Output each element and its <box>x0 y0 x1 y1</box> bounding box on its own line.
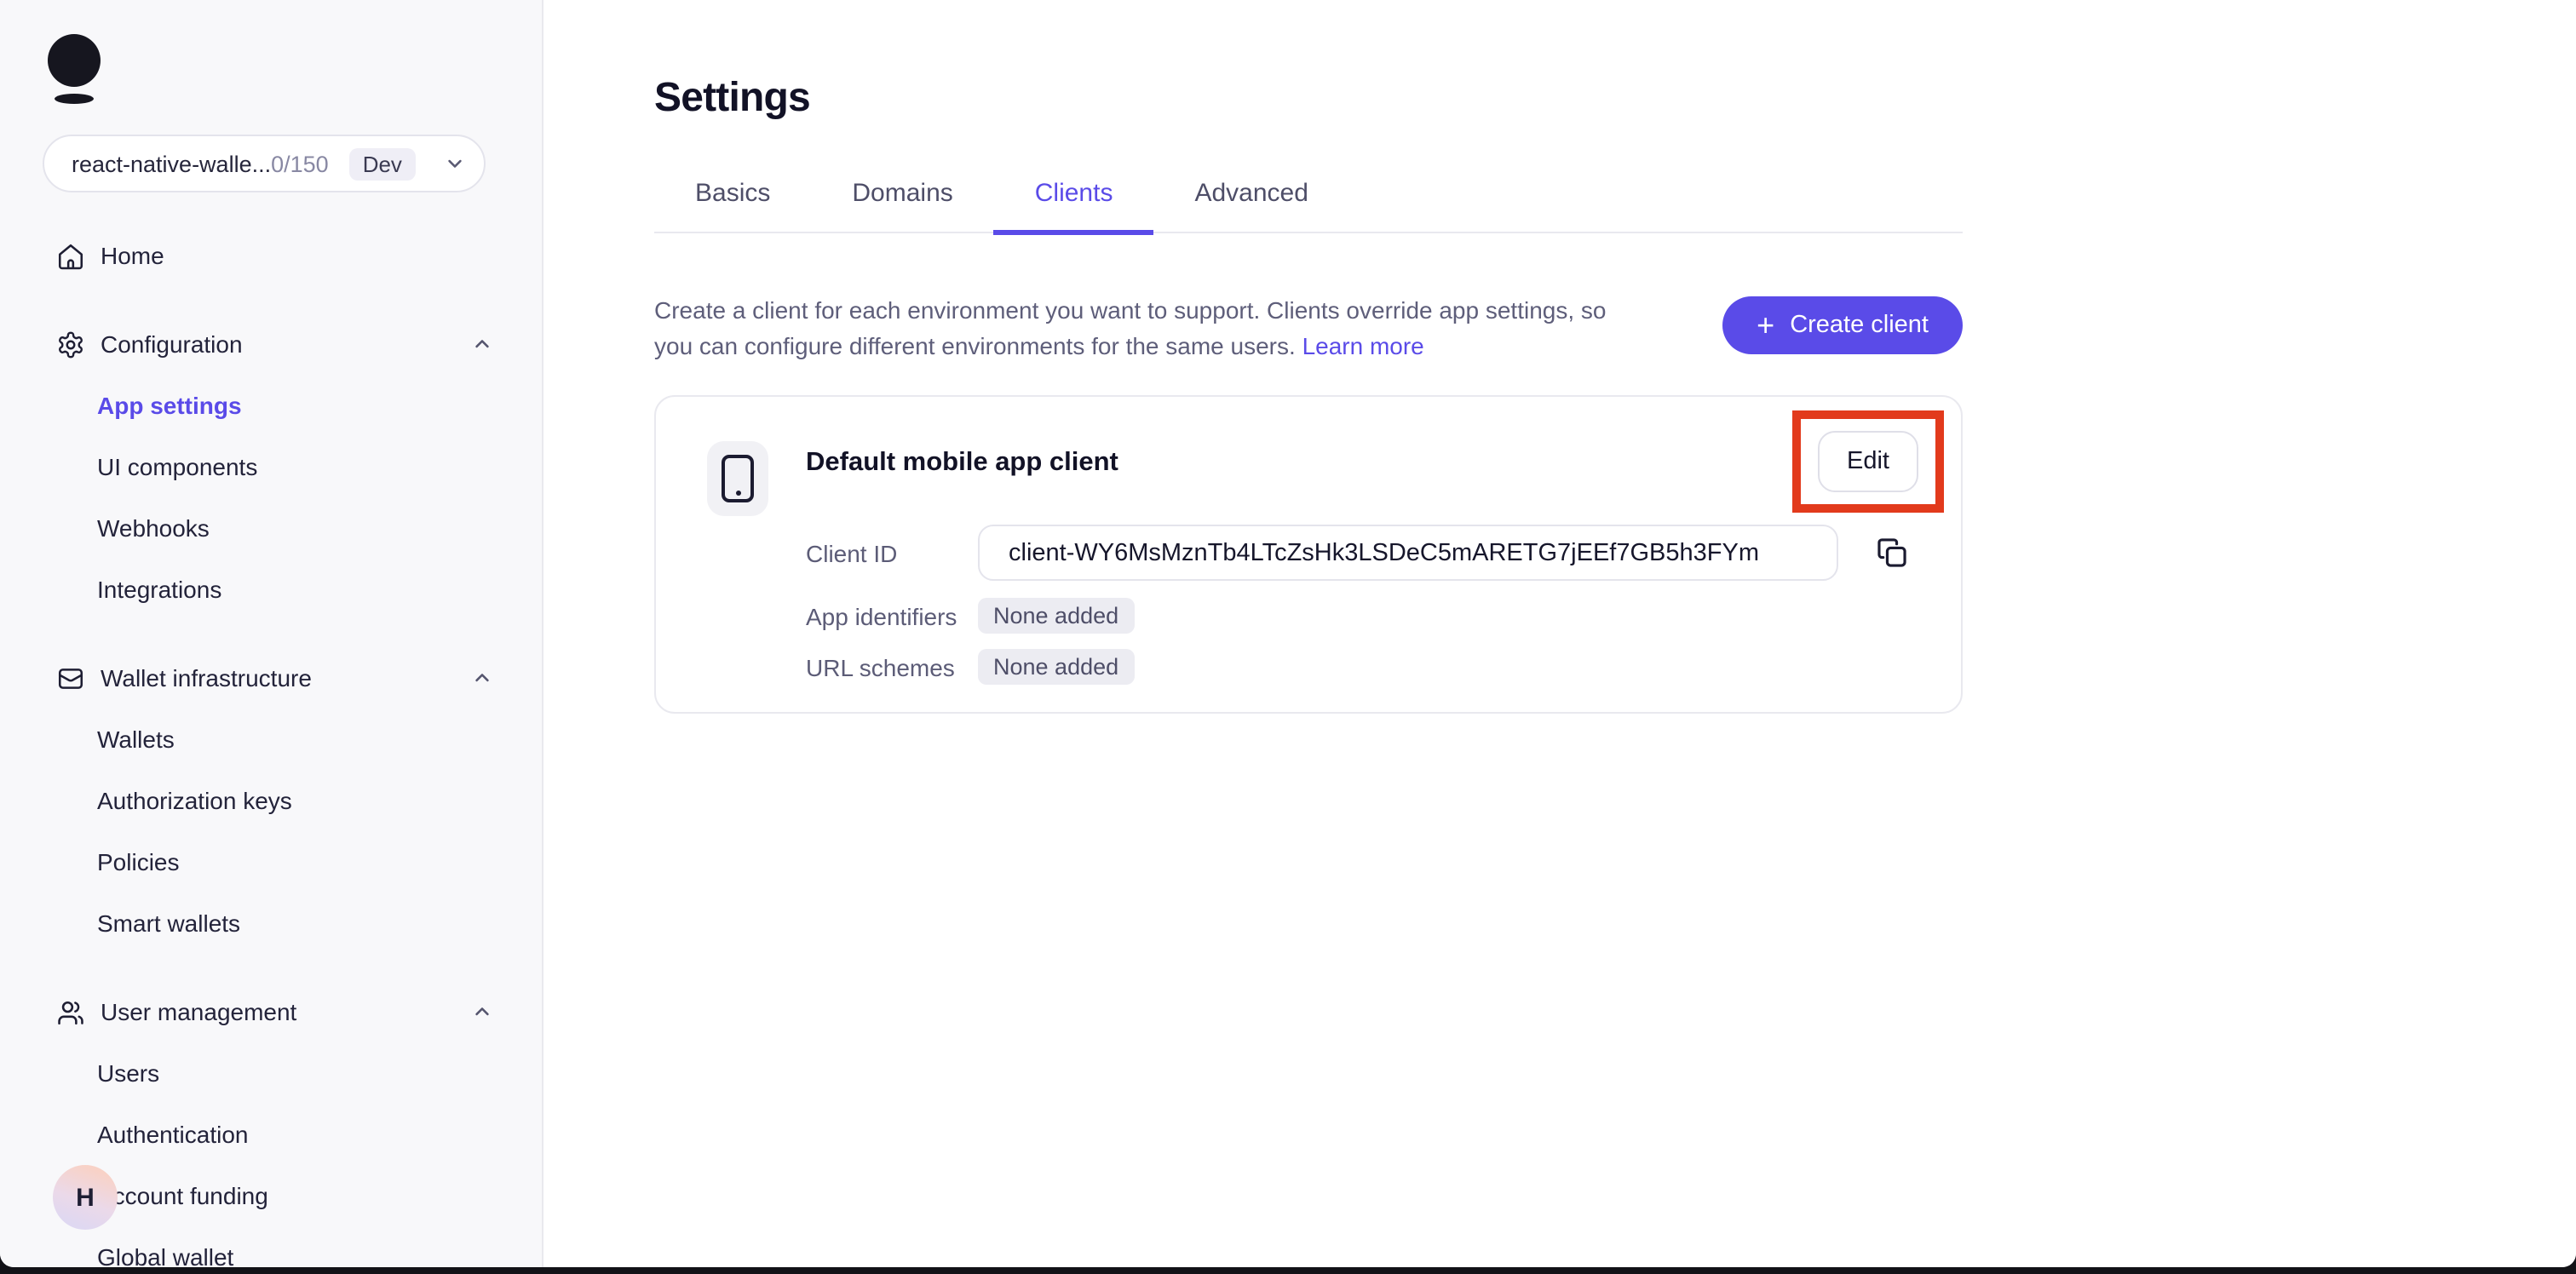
sidebar-item-authorization-keys[interactable]: Authorization keys <box>0 770 542 831</box>
user-avatar[interactable]: H <box>53 1165 118 1230</box>
chevron-up-icon <box>470 1000 494 1024</box>
nav-gap <box>0 954 542 981</box>
chevron-up-icon <box>470 666 494 690</box>
sidebar-item-wallets[interactable]: Wallets <box>0 709 542 770</box>
description-line-2: you can configure different environments… <box>654 332 1424 359</box>
wallet-icon <box>56 663 85 692</box>
sidebar-item-authentication[interactable]: Authentication <box>0 1104 542 1165</box>
create-client-label: Create client <box>1790 312 1929 339</box>
mobile-phone-icon <box>722 455 754 502</box>
gear-icon <box>56 330 85 359</box>
sidebar-nav: Home Configuration App settings UI compo… <box>0 225 542 1267</box>
client-card: Default mobile app client Edit Client ID… <box>654 395 1963 714</box>
tab-advanced[interactable]: Advanced <box>1153 179 1348 235</box>
sidebar-item-integrations[interactable]: Integrations <box>0 559 542 620</box>
chevron-down-icon[interactable] <box>443 152 467 175</box>
nav-gap <box>0 620 542 647</box>
sidebar-section-configuration[interactable]: Configuration <box>0 313 542 375</box>
logo-circle <box>48 34 101 87</box>
learn-more-link[interactable]: Learn more <box>1302 332 1424 359</box>
project-usage: 0/150 <box>271 151 329 176</box>
sidebar-item-label: Home <box>101 242 164 269</box>
sidebar-item-global-wallet[interactable]: Global wallet <box>0 1226 542 1267</box>
annotation-highlight-box: Edit <box>1792 410 1944 513</box>
tab-basics[interactable]: Basics <box>654 179 811 235</box>
sidebar-item-app-settings[interactable]: App settings <box>0 375 542 436</box>
client-id-input[interactable]: client-WY6MsMznTb4LTcZsHk3LSDeC5mARETG7j… <box>978 525 1838 581</box>
sidebar-section-label: Configuration <box>101 330 243 358</box>
plus-icon: + <box>1757 307 1775 341</box>
sidebar-section-user-management[interactable]: User management <box>0 981 542 1042</box>
users-icon <box>56 997 85 1026</box>
sidebar: react-native-walle... 0/150 Dev Home Con… <box>0 0 543 1267</box>
logo-ellipse <box>55 94 94 104</box>
settings-tabs: Basics Domains Clients Advanced <box>654 179 1963 235</box>
tab-clients[interactable]: Clients <box>993 179 1154 235</box>
sidebar-item-users[interactable]: Users <box>0 1042 542 1104</box>
main-panel: Settings Basics Domains Clients Advanced… <box>543 0 2576 1267</box>
sidebar-section-label: Wallet infrastructure <box>101 664 312 692</box>
sidebar-section-label: User management <box>101 998 297 1025</box>
sidebar-item-home[interactable]: Home <box>0 225 542 286</box>
clients-description: Create a client for each environment you… <box>654 293 1607 364</box>
app-stage: react-native-walle... 0/150 Dev Home Con… <box>0 0 2576 1274</box>
copy-icon[interactable] <box>1876 537 1908 569</box>
app-identifiers-badge: None added <box>978 598 1135 634</box>
env-badge: Dev <box>348 147 416 180</box>
url-schemes-badge: None added <box>978 649 1135 685</box>
app-identifiers-label: App identifiers <box>806 603 957 630</box>
nav-gap <box>0 286 542 313</box>
page-title: Settings <box>654 75 811 121</box>
project-switcher[interactable]: react-native-walle... 0/150 Dev <box>43 135 486 192</box>
sidebar-item-smart-wallets[interactable]: Smart wallets <box>0 892 542 954</box>
chevron-up-icon <box>470 332 494 356</box>
app-logo-icon <box>48 34 109 104</box>
client-type-tile <box>707 441 768 516</box>
sidebar-item-ui-components[interactable]: UI components <box>0 436 542 497</box>
client-card-title: Default mobile app client <box>806 448 1118 477</box>
url-schemes-label: URL schemes <box>806 654 955 681</box>
app-window: react-native-walle... 0/150 Dev Home Con… <box>0 0 2576 1267</box>
create-client-button[interactable]: + Create client <box>1722 296 1963 354</box>
sidebar-section-wallet-infrastructure[interactable]: Wallet infrastructure <box>0 647 542 709</box>
description-line-1: Create a client for each environment you… <box>654 296 1607 324</box>
home-icon <box>56 241 85 270</box>
client-id-label: Client ID <box>806 540 898 567</box>
sidebar-item-webhooks[interactable]: Webhooks <box>0 497 542 559</box>
sidebar-item-policies[interactable]: Policies <box>0 831 542 892</box>
tab-domains[interactable]: Domains <box>811 179 993 235</box>
edit-client-button[interactable]: Edit <box>1818 431 1918 492</box>
project-name: react-native-walle... <box>72 151 272 176</box>
